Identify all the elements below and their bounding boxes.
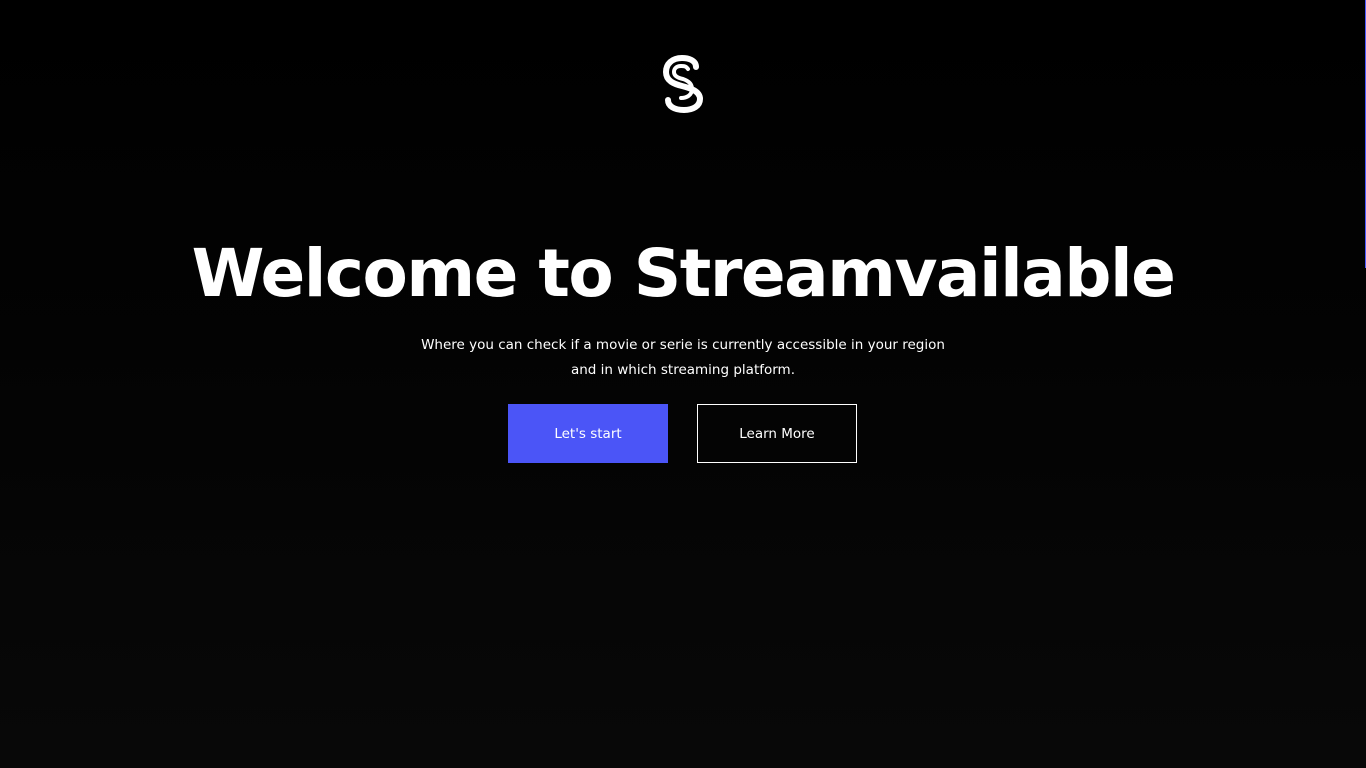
hero-subtitle: Where you can check if a movie or serie … [421,337,945,378]
lets-start-button[interactable]: Let's start [508,404,668,463]
streamvailable-logo-icon[interactable] [660,55,706,113]
hero-title: Welcome to Streamvailable [191,235,1176,312]
learn-more-button[interactable]: Learn More [697,404,857,463]
